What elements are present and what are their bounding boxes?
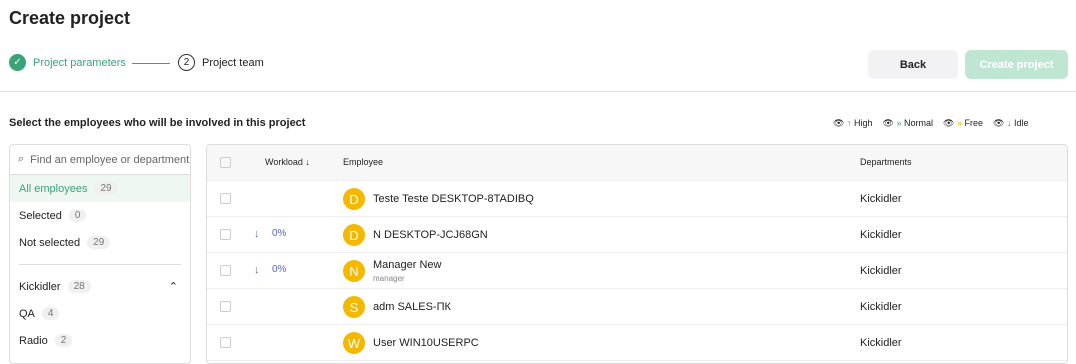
- department-qa[interactable]: QA 4: [10, 300, 190, 327]
- eye-icon[interactable]: 👁: [993, 118, 1004, 128]
- workload-sort-header[interactable]: Workload ↓: [265, 157, 310, 167]
- employee-department: Kickidler: [860, 337, 902, 349]
- employee-department: Kickidler: [860, 193, 902, 205]
- row-checkbox[interactable]: [220, 193, 231, 204]
- divider: [0, 91, 1076, 92]
- chevron-up-icon[interactable]: ⌃: [169, 280, 178, 293]
- table-row[interactable]: ↓ 0% D N DESKTOP-JCJ68GN Kickidler: [207, 217, 1067, 253]
- department-kickidler[interactable]: Kickidler 28 ⌃: [10, 273, 190, 300]
- employee-department: Kickidler: [860, 301, 902, 313]
- row-checkbox[interactable]: [220, 337, 231, 348]
- filter-selected[interactable]: Selected 0: [10, 202, 190, 229]
- table-header: Workload ↓ Employee Departments: [207, 145, 1067, 181]
- double-chevron-up-icon: »: [896, 118, 902, 128]
- workload-value: 0%: [272, 228, 287, 239]
- avatar: W: [343, 332, 365, 354]
- employee-filter-sidebar: ⌕ Find an employee or department All empl…: [9, 144, 191, 364]
- avatar: S: [343, 296, 365, 318]
- divider: [19, 264, 181, 265]
- departments-header: Departments: [860, 157, 912, 167]
- sort-arrow-icon: ↓: [305, 157, 310, 167]
- section-subtitle: Select the employees who will be involve…: [9, 117, 306, 129]
- filter-not-selected[interactable]: Not selected 29: [10, 229, 190, 256]
- employee-department: Kickidler: [860, 265, 902, 277]
- double-chevron-down-icon: »: [956, 118, 962, 128]
- employee-name: User WIN10USERPC: [373, 337, 479, 349]
- arrow-down-icon: ↓: [254, 228, 260, 240]
- back-button[interactable]: Back: [868, 50, 958, 79]
- table-row[interactable]: W User WIN10USERPC Kickidler: [207, 325, 1067, 361]
- workload-value: 0%: [272, 264, 287, 275]
- department-radio[interactable]: Radio 2: [10, 327, 190, 354]
- row-checkbox[interactable]: [220, 301, 231, 312]
- avatar: N: [343, 260, 365, 282]
- step-project-parameters[interactable]: ✓ Project parameters: [9, 54, 126, 71]
- check-icon: ✓: [9, 54, 26, 71]
- employee-name: Manager New: [373, 259, 442, 271]
- search-icon: ⌕: [18, 153, 25, 165]
- avatar: D: [343, 224, 365, 246]
- arrow-down-icon: ↓: [1006, 118, 1012, 128]
- table-row[interactable]: ↓ 0% N Manager New manager Kickidler: [207, 253, 1067, 289]
- select-all-checkbox[interactable]: [220, 157, 231, 168]
- workload-legend: 👁 ↑ High 👁 » Normal 👁 » Free 👁 ↓ Idle: [833, 118, 1029, 128]
- row-checkbox[interactable]: [220, 229, 231, 240]
- step-project-team[interactable]: 2 Project team: [178, 54, 264, 71]
- search-input[interactable]: ⌕ Find an employee or department: [10, 145, 190, 175]
- employee-name: Teste Teste DESKTOP-8TADIBQ: [373, 193, 534, 205]
- employee-name: N DESKTOP-JCJ68GN: [373, 229, 488, 241]
- step-connector: [132, 63, 170, 64]
- employee-name: adm SALES-ПК: [373, 301, 451, 313]
- employee-role: manager: [373, 274, 405, 283]
- arrow-up-icon: ↑: [846, 118, 852, 128]
- employee-table: Workload ↓ Employee Departments D Teste T…: [206, 144, 1068, 364]
- create-project-button[interactable]: Create project: [965, 50, 1068, 79]
- eye-icon[interactable]: 👁: [833, 118, 844, 128]
- page-title: Create project: [9, 8, 131, 28]
- avatar: D: [343, 188, 365, 210]
- employee-department: Kickidler: [860, 229, 902, 241]
- row-checkbox[interactable]: [220, 265, 231, 276]
- employee-header: Employee: [343, 157, 384, 167]
- table-row[interactable]: Sadm SALES-ПК Kickidler: [207, 289, 1067, 325]
- filter-all-employees[interactable]: All employees 29: [10, 175, 190, 202]
- eye-icon[interactable]: 👁: [943, 118, 954, 128]
- table-row[interactable]: D Teste Teste DESKTOP-8TADIBQ Kickidler: [207, 181, 1067, 217]
- arrow-down-icon: ↓: [254, 264, 260, 276]
- eye-icon[interactable]: 👁: [882, 118, 893, 128]
